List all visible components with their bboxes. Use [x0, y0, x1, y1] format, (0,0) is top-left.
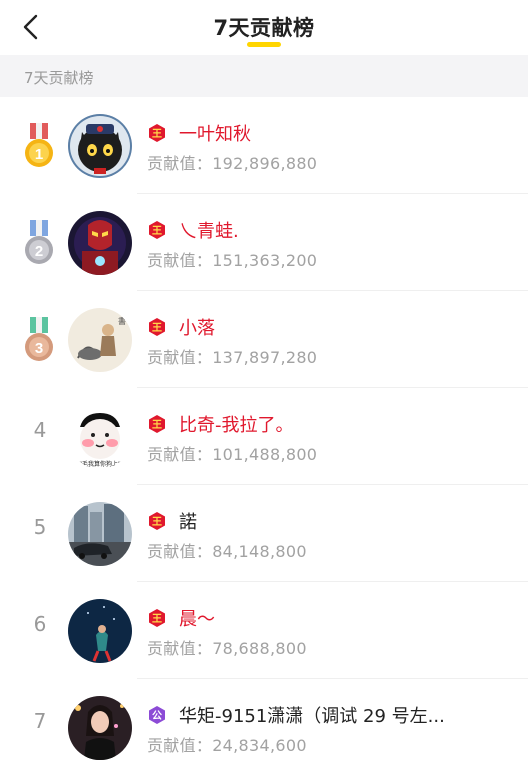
- ranking-row[interactable]: 7 公 华矩-9151潇潇（调试 29 号左... 贡献值：24,834,600: [0, 679, 528, 773]
- svg-text:2: 2: [35, 243, 43, 260]
- contribution-amount: 101,488,800: [212, 445, 318, 464]
- ranking-row[interactable]: 1 王 一叶知秋 贡献值：192,896,880: [0, 97, 528, 194]
- contribution-label: 贡献值：: [147, 639, 213, 658]
- svg-text:公: 公: [152, 710, 162, 722]
- silver-medal-icon: 2: [25, 220, 53, 264]
- contribution-amount: 137,897,280: [212, 348, 318, 367]
- section-label: 7天贡献榜: [24, 69, 94, 87]
- contribution-amount: 192,896,880: [212, 154, 318, 173]
- contribution-amount: 151,363,200: [212, 251, 318, 270]
- contribution-value: 贡献值：78,688,800: [147, 635, 307, 659]
- rank-number: 4: [33, 418, 47, 442]
- user-name[interactable]: 諾: [179, 508, 197, 534]
- user-name[interactable]: 小落: [179, 314, 215, 340]
- rank-number: 5: [33, 515, 47, 539]
- user-name[interactable]: 乀青蛙.: [179, 217, 239, 243]
- page-title: 7天贡献榜: [213, 16, 315, 40]
- svg-text:王: 王: [152, 419, 162, 431]
- svg-text:王: 王: [152, 128, 162, 140]
- svg-text:1: 1: [35, 146, 43, 163]
- ranking-row[interactable]: 5 王 諾 贡献值：84,148,800: [0, 485, 528, 582]
- user-name[interactable]: 晨～: [179, 605, 215, 631]
- svg-text:王: 王: [152, 516, 162, 528]
- avatar[interactable]: 書: [68, 308, 132, 372]
- contribution-amount: 78,688,800: [212, 639, 307, 658]
- contribution-value: 贡献值：101,488,800: [147, 441, 317, 465]
- ranking-row[interactable]: 3 書 王 小落 贡献值：137,897,280: [0, 291, 528, 388]
- svg-text:王: 王: [152, 322, 162, 334]
- svg-text:王: 王: [152, 225, 162, 237]
- contribution-label: 贡献值：: [147, 542, 213, 561]
- crown-badge-icon: 王: [149, 609, 165, 627]
- crown-badge-icon: 王: [149, 512, 165, 530]
- ranking-row[interactable]: 4 "毛我算你狗上" 王 比奇-我拉了。 贡献值：101,488,800: [0, 388, 528, 485]
- svg-text:書: 書: [118, 316, 126, 326]
- section-header: 7天贡献榜: [0, 55, 528, 97]
- purple-badge-icon: 公: [149, 706, 165, 724]
- ranking-row[interactable]: 6 王 晨～ 贡献值：78,688,800: [0, 582, 528, 679]
- contribution-value: 贡献值：84,148,800: [147, 538, 307, 562]
- user-name[interactable]: 比奇-我拉了。: [179, 411, 294, 437]
- contribution-label: 贡献值：: [147, 348, 213, 367]
- contribution-label: 贡献值：: [147, 445, 213, 464]
- contribution-label: 贡献值：: [147, 154, 213, 173]
- svg-text:"毛我算你狗上": "毛我算你狗上": [79, 460, 121, 468]
- contribution-value: 贡献值：137,897,280: [147, 344, 317, 368]
- contribution-amount: 24,834,600: [212, 736, 307, 755]
- svg-text:王: 王: [152, 613, 162, 625]
- contribution-label: 贡献值：: [147, 736, 213, 755]
- user-name[interactable]: 一叶知秋: [179, 120, 251, 146]
- rank-number: 7: [33, 709, 47, 733]
- gold-medal-icon: 1: [25, 123, 53, 167]
- avatar[interactable]: [68, 502, 132, 566]
- avatar[interactable]: [68, 696, 132, 760]
- avatar[interactable]: [68, 211, 132, 275]
- crown-badge-icon: 王: [149, 318, 165, 336]
- svg-text:3: 3: [35, 340, 43, 357]
- contribution-value: 贡献值：192,896,880: [147, 150, 317, 174]
- user-name[interactable]: 华矩-9151潇潇（调试 29 号左...: [179, 702, 445, 728]
- crown-badge-icon: 王: [149, 221, 165, 239]
- rank-number: 6: [33, 612, 47, 636]
- crown-badge-icon: 王: [149, 415, 165, 433]
- contribution-label: 贡献值：: [147, 251, 213, 270]
- bronze-medal-icon: 3: [25, 317, 53, 361]
- avatar[interactable]: "毛我算你狗上": [68, 405, 132, 469]
- avatar[interactable]: [68, 599, 132, 663]
- title-underline: [247, 42, 281, 47]
- top-bar: 7天贡献榜: [0, 0, 528, 55]
- contribution-value: 贡献值：24,834,600: [147, 732, 307, 756]
- contribution-value: 贡献值：151,363,200: [147, 247, 317, 271]
- avatar[interactable]: [68, 114, 132, 178]
- ranking-row[interactable]: 2 王 乀青蛙. 贡献值：151,363,200: [0, 194, 528, 291]
- crown-badge-icon: 王: [149, 124, 165, 142]
- contribution-amount: 84,148,800: [212, 542, 307, 561]
